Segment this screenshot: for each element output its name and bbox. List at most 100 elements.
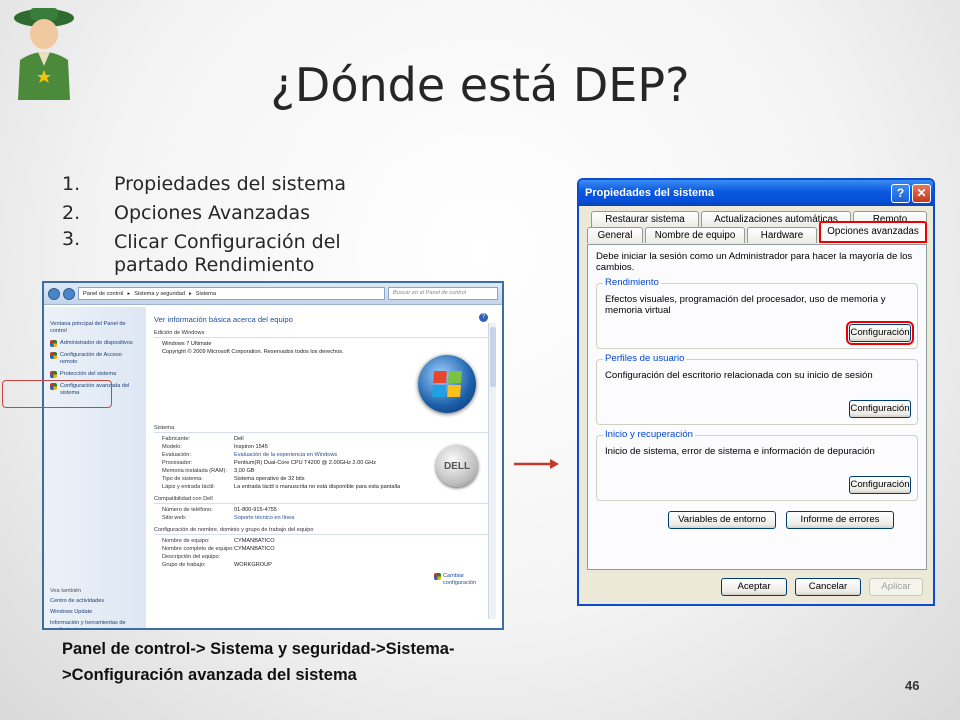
profiles-settings-button[interactable]: Configuración	[849, 400, 911, 418]
info-row: Nombre de equipo: CYMANBATICO	[162, 538, 490, 544]
cancel-button[interactable]: Cancelar	[795, 578, 861, 596]
breadcrumb-item[interactable]: Panel de control	[83, 291, 123, 297]
info-key: Modelo:	[162, 444, 182, 450]
info-link[interactable]: Soporte técnico en línea	[234, 515, 294, 521]
info-key: Evaluación:	[162, 452, 191, 458]
step-item: 2. Opciones Avanzadas	[62, 199, 392, 228]
step-text: Clicar Configuración del partado Rendimi…	[114, 231, 341, 276]
info-value: Inspiron 1545	[234, 444, 268, 450]
info-link[interactable]: Evaluación de la experiencia en Windows	[234, 452, 337, 458]
tab-nombre-equipo[interactable]: Nombre de equipo	[645, 227, 745, 243]
step-item: 1. Propiedades del sistema	[62, 170, 392, 199]
chevron-right-icon: ▸	[188, 290, 192, 297]
sidebar-item-label: Administrador de dispositivos	[60, 340, 133, 346]
error-reporting-button[interactable]: Informe de errores	[786, 511, 894, 529]
see-also-label: Vea también	[50, 588, 82, 594]
steps-list: 1. Propiedades del sistema 2. Opciones Ava…	[62, 170, 392, 277]
back-icon[interactable]	[48, 287, 60, 300]
tab-hardware[interactable]: Hardware	[747, 227, 817, 243]
scrollbar[interactable]	[488, 323, 496, 619]
shield-icon	[50, 371, 57, 378]
step-text: Propiedades del sistema	[114, 173, 346, 195]
info-value: Pentium(R) Dual-Core CPU T4200 @ 2.00GHz…	[234, 460, 377, 466]
section-title: Sistema	[154, 425, 490, 433]
sidebar-link[interactable]: Información y herramientas de rendimient…	[50, 620, 140, 628]
dell-logo-icon: DELL	[436, 445, 478, 487]
tab-general[interactable]: General	[587, 227, 643, 243]
sidebar-item-label: Ventana principal del Panel de control	[50, 321, 126, 334]
step-item: 3. Clicar Configuración del partado Rendi…	[62, 228, 392, 277]
advanced-settings-highlight	[2, 380, 112, 408]
control-panel-sidebar: Ventana principal del Panel de control A…	[44, 307, 146, 628]
change-settings-link[interactable]: Cambiar configuración	[434, 573, 484, 587]
control-panel-window: Panel de control ▸ Sistema y seguridad ▸ S…	[42, 281, 504, 630]
change-settings-label: Cambiar configuración	[443, 573, 477, 586]
group-inicio: Inicio y recuperación Inicio de sistema,…	[596, 429, 918, 501]
step-text: Opciones Avanzadas	[114, 202, 311, 224]
system-properties-dialog: Propiedades del sistema ? ✕ Restaurar si…	[577, 178, 935, 606]
info-key: Procesador:	[162, 460, 193, 466]
group-legend: Rendimiento	[603, 277, 661, 288]
forward-icon[interactable]	[63, 287, 75, 300]
info-key: Sitio web:	[162, 515, 187, 521]
sidebar-item-protection[interactable]: Protección del sistema	[50, 371, 140, 378]
info-key: Memoria instalada (RAM):	[162, 468, 227, 474]
step-number: 3.	[62, 228, 81, 250]
help-icon[interactable]: ?	[479, 313, 488, 322]
shield-icon	[50, 340, 57, 347]
dialog-footer: Aceptar Cancelar Aplicar	[579, 578, 933, 596]
path-caption: Panel de control-> Sistema y seguridad->…	[62, 640, 455, 684]
control-panel-main: Ver información básica acerca del equipo…	[154, 315, 490, 570]
info-key: Nombre completo de equipo:	[162, 546, 234, 552]
breadcrumb-item[interactable]: Sistema y seguridad	[134, 291, 185, 297]
info-row: Número de teléfono: 01-800-915-4755	[162, 507, 490, 513]
sidebar-item-label: Protección del sistema	[60, 371, 117, 377]
tab-panel-advanced: Debe iniciar la sesión como un Administr…	[587, 244, 927, 570]
group-description: Inicio de sistema, error de sistema e in…	[605, 446, 875, 457]
sidebar-item-home[interactable]: Ventana principal del Panel de control	[50, 321, 140, 335]
info-row: Lápiz y entrada táctil: La entrada táctil…	[162, 484, 490, 490]
group-description: Configuración del escritorio relacionada…	[605, 370, 873, 381]
breadcrumb-item[interactable]: Sistema	[196, 291, 216, 297]
info-value: 3,00 GB	[234, 468, 255, 474]
scrollbar-thumb[interactable]	[490, 327, 496, 387]
sidebar-item-device-manager[interactable]: Administrador de dispositivos	[50, 340, 140, 347]
sidebar-item-remote[interactable]: Configuración de Acceso remoto	[50, 352, 140, 366]
sidebar-link[interactable]: Windows Update	[50, 609, 140, 616]
info-key: Descripción del equipo:	[162, 554, 221, 560]
performance-settings-button[interactable]: Configuración	[846, 321, 914, 345]
tab-opciones-avanzadas[interactable]: Opciones avanzadas	[819, 221, 927, 243]
info-key: Lápiz y entrada táctil:	[162, 484, 215, 490]
group-perfiles: Perfiles de usuario Configuración del es…	[596, 353, 918, 425]
close-button[interactable]: ✕	[912, 183, 931, 203]
page-number: 46	[905, 678, 920, 693]
section-title: Edición de Windows	[154, 330, 490, 338]
help-button[interactable]: ?	[891, 183, 910, 203]
info-row: Grupo de trabajo: WORKGROUP	[162, 562, 490, 568]
startup-settings-button[interactable]: Configuración	[849, 476, 911, 494]
chevron-right-icon: ▸	[127, 290, 131, 297]
info-value: 01-800-915-4755	[234, 507, 277, 513]
environment-variables-button[interactable]: Variables de entorno	[668, 511, 776, 529]
shield-icon	[434, 573, 441, 580]
ok-button[interactable]: Aceptar	[721, 578, 787, 596]
breadcrumb[interactable]: Panel de control ▸ Sistema y seguridad ▸ S…	[78, 287, 385, 300]
info-row: Fabricante: Dell	[162, 436, 490, 442]
dialog-title: Propiedades del sistema	[585, 187, 714, 199]
info-value: Sistema operativo de 32 bits	[234, 476, 305, 482]
tab-restaurar-sistema[interactable]: Restaurar sistema	[591, 211, 699, 227]
apply-button[interactable]: Aplicar	[869, 578, 923, 596]
group-description: Efectos visuales, programación del proce…	[605, 294, 886, 316]
info-key: Número de teléfono:	[162, 507, 213, 513]
tab-strip: Restaurar sistema Actualizaciones automá…	[587, 211, 927, 243]
step-number: 1.	[62, 173, 81, 195]
sidebar-link[interactable]: Centro de actividades	[50, 598, 140, 605]
info-row: Nombre completo de equipo: CYMANBATICO	[162, 546, 490, 552]
info-value: CYMANBATICO	[234, 538, 275, 544]
group-legend: Inicio y recuperación	[603, 429, 695, 440]
group-rendimiento: Rendimiento Efectos visuales, programaci…	[596, 277, 918, 349]
search-input[interactable]: Buscar en el Panel de control	[388, 287, 498, 300]
dialog-titlebar[interactable]: Propiedades del sistema ? ✕	[579, 180, 933, 206]
info-value: Dell	[234, 436, 244, 442]
section-title: Configuración de nombre, dominio y grupo…	[154, 527, 490, 535]
